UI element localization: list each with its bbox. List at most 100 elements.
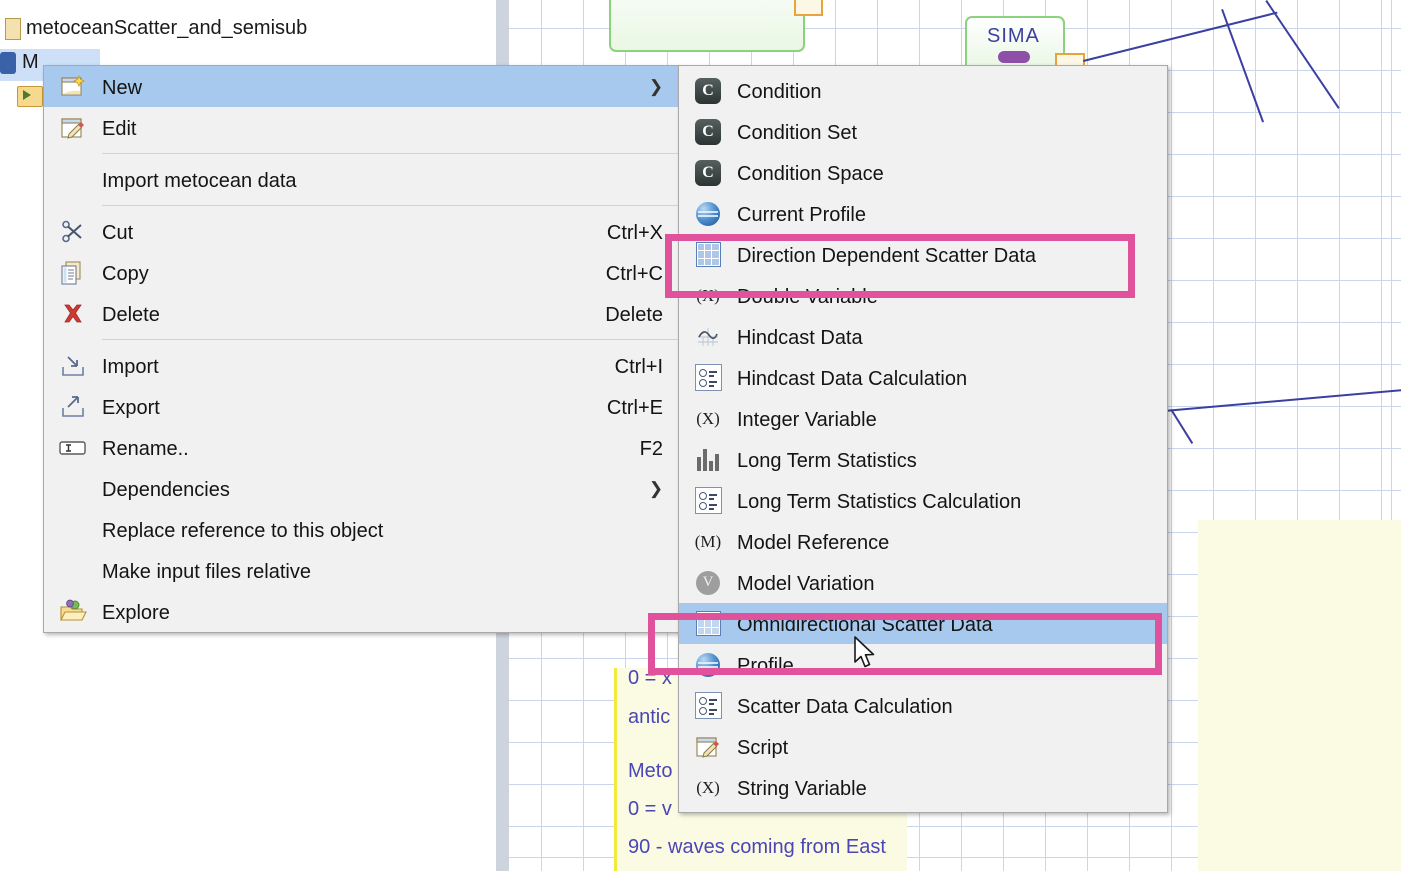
diagram-connector-2 bbox=[1221, 9, 1264, 122]
diagram-sima-label: SIMA bbox=[987, 25, 1040, 48]
note-line-5: 90 - waves coming from East bbox=[628, 836, 886, 859]
menu-item-edit[interactable]: Edit bbox=[44, 107, 679, 148]
blank-icon bbox=[44, 509, 102, 550]
edit-pencil-icon bbox=[679, 726, 737, 767]
submenu-item-integer-variable[interactable]: (X) Integer Variable bbox=[679, 398, 1167, 439]
model-icon bbox=[0, 52, 16, 74]
submenu-item-model-reference-label: Model Reference bbox=[737, 531, 1157, 553]
diagram-green-node-left[interactable] bbox=[609, 0, 805, 52]
menu-item-replace-reference-label: Replace reference to this object bbox=[102, 519, 669, 541]
menu-item-delete-label: Delete bbox=[102, 303, 605, 325]
menu-item-explore[interactable]: Explore bbox=[44, 591, 679, 632]
menu-separator-3 bbox=[102, 339, 679, 340]
export-icon bbox=[44, 386, 102, 427]
menu-item-import-metocean-data-label: Import metocean data bbox=[102, 169, 669, 191]
submenu-item-hindcast-data-calculation-label: Hindcast Data Calculation bbox=[737, 367, 1157, 389]
diagram-sima-pill bbox=[998, 51, 1030, 63]
import-icon bbox=[44, 345, 102, 386]
menu-item-export-accel: Ctrl+E bbox=[607, 396, 669, 418]
delete-x-icon bbox=[44, 293, 102, 334]
diagram-orange-port-left[interactable] bbox=[794, 0, 823, 16]
chevron-right-icon: ❯ bbox=[643, 77, 669, 97]
sphere-profile-icon bbox=[679, 193, 737, 234]
submenu-item-long-term-statistics-label: Long Term Statistics bbox=[737, 449, 1157, 471]
menu-item-make-input-files-relative[interactable]: Make input files relative bbox=[44, 550, 679, 591]
hindcast-chart-icon bbox=[679, 316, 737, 357]
menu-item-rename-accel: F2 bbox=[640, 437, 669, 459]
bar-chart-icon bbox=[679, 439, 737, 480]
submenu-item-condition-set-label: Condition Set bbox=[737, 121, 1157, 143]
annotation-highlight-direction-dependent-scatter-data bbox=[665, 234, 1135, 298]
variable-m-icon: (M) bbox=[679, 521, 737, 562]
submenu-item-model-variation-label: Model Variation bbox=[737, 572, 1157, 594]
diagram-note-region-right bbox=[1198, 520, 1401, 871]
variable-x-icon: (X) bbox=[679, 398, 737, 439]
explore-folder-icon bbox=[44, 591, 102, 632]
annotation-highlight-omnidirectional-scatter-data bbox=[648, 613, 1162, 675]
menu-item-dependencies[interactable]: Dependencies ❯ bbox=[44, 468, 679, 509]
chevron-right-icon: ❯ bbox=[643, 479, 669, 499]
diagram-connector-5 bbox=[1170, 409, 1193, 444]
submenu-item-condition-space-label: Condition Space bbox=[737, 162, 1157, 184]
submenu-item-long-term-statistics-calculation[interactable]: Long Term Statistics Calculation bbox=[679, 480, 1167, 521]
submenu-item-current-profile[interactable]: Current Profile bbox=[679, 193, 1167, 234]
context-menu[interactable]: New ❯ Edit Import metocean data bbox=[43, 65, 680, 633]
submenu-item-condition-space[interactable]: C Condition Space bbox=[679, 152, 1167, 193]
submenu-item-model-reference[interactable]: (M) Model Reference bbox=[679, 521, 1167, 562]
new-file-icon bbox=[44, 66, 102, 107]
document-icon bbox=[5, 18, 21, 40]
submenu-item-string-variable[interactable]: (X) String Variable bbox=[679, 767, 1167, 808]
condition-badge-icon: C bbox=[679, 152, 737, 193]
diagram-connector-4 bbox=[1164, 389, 1401, 412]
menu-item-copy[interactable]: Copy Ctrl+C bbox=[44, 252, 679, 293]
note-line-4: 0 = v bbox=[628, 798, 672, 821]
menu-item-rename[interactable]: Rename.. F2 bbox=[44, 427, 679, 468]
menu-item-cut[interactable]: Cut Ctrl+X bbox=[44, 211, 679, 252]
submenu-item-integer-variable-label: Integer Variable bbox=[737, 408, 1157, 430]
submenu-item-script[interactable]: Script bbox=[679, 726, 1167, 767]
menu-item-explore-label: Explore bbox=[102, 601, 669, 623]
menu-item-export[interactable]: Export Ctrl+E bbox=[44, 386, 679, 427]
menu-item-replace-reference[interactable]: Replace reference to this object bbox=[44, 509, 679, 550]
diagram-connector-1 bbox=[1083, 12, 1278, 62]
blank-icon bbox=[44, 468, 102, 509]
submenu-item-long-term-statistics-calculation-label: Long Term Statistics Calculation bbox=[737, 490, 1157, 512]
blank-icon bbox=[44, 550, 102, 591]
submenu-item-scatter-data-calculation-label: Scatter Data Calculation bbox=[737, 695, 1157, 717]
tree-item-model[interactable]: M bbox=[22, 51, 39, 74]
submenu-item-condition-set[interactable]: C Condition Set bbox=[679, 111, 1167, 152]
submenu-item-hindcast-data-label: Hindcast Data bbox=[737, 326, 1157, 348]
variation-v-icon: V bbox=[679, 562, 737, 603]
menu-separator-2 bbox=[102, 205, 679, 206]
tree-item-metocean[interactable]: metoceanScatter_and_semisub bbox=[26, 17, 307, 40]
menu-item-copy-accel: Ctrl+C bbox=[606, 262, 669, 284]
new-submenu[interactable]: C Condition C Condition Set C Condition … bbox=[678, 65, 1168, 813]
menu-item-new-label: New bbox=[102, 76, 643, 98]
submenu-item-condition-label: Condition bbox=[737, 80, 1157, 102]
submenu-item-scatter-data-calculation[interactable]: Scatter Data Calculation bbox=[679, 685, 1167, 726]
submenu-item-condition[interactable]: C Condition bbox=[679, 70, 1167, 111]
diagram-connector-3 bbox=[1265, 0, 1339, 109]
submenu-item-script-label: Script bbox=[737, 736, 1157, 758]
submenu-item-current-profile-label: Current Profile bbox=[737, 203, 1157, 225]
submenu-item-hindcast-data[interactable]: Hindcast Data bbox=[679, 316, 1167, 357]
calculation-list-icon bbox=[679, 685, 737, 726]
copy-icon bbox=[44, 252, 102, 293]
menu-item-delete[interactable]: Delete Delete bbox=[44, 293, 679, 334]
note-line-2: antic bbox=[628, 706, 670, 729]
edit-pencil-icon bbox=[44, 107, 102, 148]
menu-item-import-metocean-data[interactable]: Import metocean data bbox=[44, 159, 679, 200]
menu-item-import-label: Import bbox=[102, 355, 615, 377]
submenu-item-model-variation[interactable]: V Model Variation bbox=[679, 562, 1167, 603]
menu-item-rename-label: Rename.. bbox=[102, 437, 640, 459]
menu-separator-1 bbox=[102, 153, 679, 154]
scissors-icon bbox=[44, 211, 102, 252]
menu-item-import[interactable]: Import Ctrl+I bbox=[44, 345, 679, 386]
menu-item-new[interactable]: New ❯ bbox=[44, 66, 679, 107]
menu-item-import-accel: Ctrl+I bbox=[615, 355, 669, 377]
menu-item-cut-label: Cut bbox=[102, 221, 607, 243]
variable-x-icon: (X) bbox=[679, 767, 737, 808]
submenu-item-long-term-statistics[interactable]: Long Term Statistics bbox=[679, 439, 1167, 480]
submenu-item-hindcast-data-calculation[interactable]: Hindcast Data Calculation bbox=[679, 357, 1167, 398]
menu-item-delete-accel: Delete bbox=[605, 303, 669, 325]
